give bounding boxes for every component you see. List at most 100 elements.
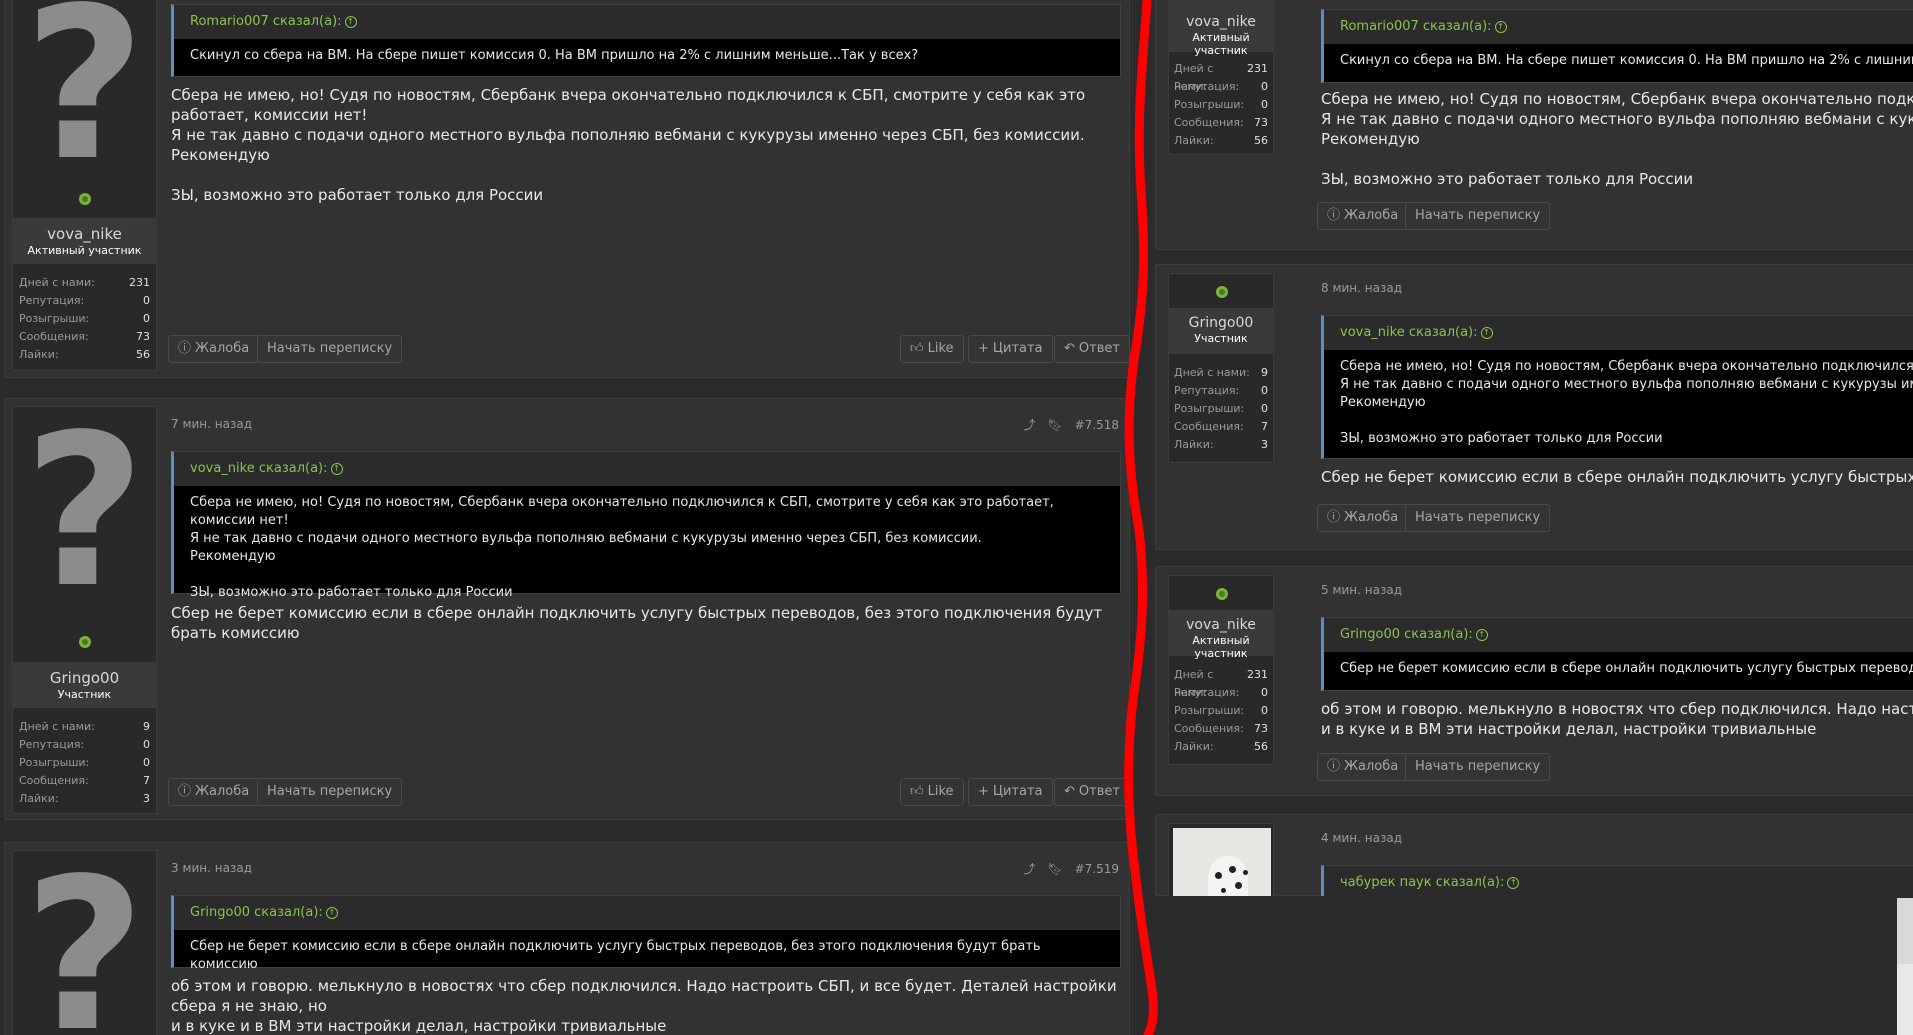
arrow-up-icon[interactable]: ↑ — [1507, 876, 1520, 889]
user-info-box: vova_nike Активный участник — [1169, 610, 1273, 660]
report-button[interactable]: ⓘ Жалоба — [1317, 202, 1409, 230]
user-stats: Дней с нами: 231 Репутация: 0 Розыгрыши: 0 … — [1174, 62, 1268, 147]
quote-author[interactable]: vova_nike сказал(а): ↑ — [174, 452, 1120, 486]
blank-area — [1152, 896, 1913, 1035]
post-right-1: vova_nike Активный участник Дней с нами:… — [1155, 0, 1913, 250]
quote-author[interactable]: vova_nike сказал(а): ↑ — [1324, 316, 1913, 350]
info-circle-icon: ⓘ — [178, 784, 192, 799]
reply-button[interactable]: ↶ Ответ — [1054, 335, 1130, 363]
user-column — [1168, 823, 1274, 903]
info-circle-icon: ⓘ — [178, 341, 192, 356]
start-conversation-button[interactable]: Начать переписку — [257, 335, 403, 363]
report-button[interactable]: ⓘ Жалоба — [168, 335, 260, 363]
report-button[interactable]: ⓘ Жалоба — [168, 778, 260, 806]
report-button[interactable]: ⓘ Жалоба — [1317, 753, 1409, 781]
user-info-box: vova_nike Активный участник — [13, 218, 156, 264]
post-body: Сбера не имею, но! Судя по новостям, Сбе… — [1321, 90, 1913, 188]
post-body: Сбер не берет комиссию если в сбере онла… — [171, 604, 1103, 642]
post-meta: ⤴ 🔖︎ #7.518 — [1023, 416, 1119, 433]
quote-author[interactable]: Gringo00 сказал(а): ↑ — [1324, 618, 1913, 652]
quote-text: Сбер не берет комиссию если в сбере онла… — [190, 939, 1041, 972]
dalmatian-avatar[interactable] — [1173, 828, 1271, 898]
user-stats: Дней с нами: 231 Репутация: 0 Розыгрыши: 0 … — [1174, 668, 1268, 753]
bookmark-icon[interactable]: 🔖︎ — [1047, 418, 1062, 432]
reply-arrow-icon: ↶ — [1064, 341, 1075, 356]
post-right-2: Gringo00 Участник Дней с нами: 9 Репутаци… — [1155, 264, 1913, 550]
info-circle-icon: ⓘ — [1327, 208, 1341, 223]
quote-author[interactable]: Gringo00 сказал(а): ↑ — [174, 896, 1120, 930]
report-button[interactable]: ⓘ Жалоба — [1317, 504, 1409, 532]
post-body: Сбер не берет комиссию если в сбере онла… — [1321, 468, 1913, 486]
username[interactable]: Gringo00 — [13, 669, 156, 687]
post-number[interactable]: #7.519 — [1075, 862, 1119, 876]
plus-icon: + — [978, 784, 989, 799]
quote-button[interactable]: + Цитата — [968, 778, 1053, 806]
share-icon[interactable]: ⤴ — [1023, 860, 1035, 877]
user-info-box: vova_nike Активный участник — [1169, 0, 1273, 57]
like-button[interactable]: 👍︎ Like — [900, 335, 964, 363]
arrow-up-icon[interactable]: ↑ — [1480, 326, 1493, 339]
info-circle-icon: ⓘ — [1327, 759, 1341, 774]
start-conversation-button[interactable]: Начать переписку — [257, 778, 403, 806]
user-column: Gringo00 Участник Дней с нами: 9 Репутаци… — [1168, 273, 1274, 463]
post-7519: ? 3 мин. назад ⤴ 🔖︎ #7.519 Gringo00 сказ… — [4, 842, 1130, 1035]
question-mark-icon: ? — [23, 0, 146, 207]
arrow-up-icon[interactable]: ↑ — [1475, 628, 1488, 641]
quote-block: Romario007 сказал(а): ↑ Скинул со сбера н… — [1321, 9, 1913, 83]
post-right-3: vova_nike Активный участник Дней с нами:… — [1155, 566, 1913, 796]
post-body: об этом и говорю. мелькнуло в новостях ч… — [171, 977, 1117, 1035]
user-column: ? — [12, 850, 157, 1035]
user-info-box: Gringo00 Участник — [13, 662, 156, 708]
user-column: ? vova_nike Активный участник Дней с нам… — [12, 0, 157, 371]
user-info-box: Gringo00 Участник — [1169, 308, 1273, 354]
quote-author[interactable]: чабурек паук сказал(а): ↑ — [1324, 866, 1913, 900]
online-status-icon — [79, 193, 91, 205]
like-button[interactable]: 👍︎ Like — [900, 778, 964, 806]
post-time[interactable]: 4 мин. назад — [1321, 831, 1402, 845]
thumbs-up-icon: 👍︎ — [910, 341, 924, 356]
start-conversation-button[interactable]: Начать переписку — [1405, 504, 1551, 532]
question-mark-icon: ? — [23, 389, 146, 634]
left-screenshot-pane: ? vova_nike Активный участник Дней с нам… — [0, 0, 1140, 1035]
quote-author[interactable]: Romario007 сказал(а): ↑ — [1324, 10, 1913, 44]
quote-block: Romario007 сказал(а): ↑ Скинул со сбера н… — [171, 4, 1121, 77]
arrow-up-icon[interactable]: ↑ — [330, 462, 343, 475]
user-stats: Дней с нами: 9 Репутация: 0 Розыгрыши: 0 Со… — [1174, 366, 1268, 451]
quote-text: Скинул со сбера на ВМ. На сбере пишет ко… — [1340, 53, 1913, 68]
quote-block: vova_nike сказал(а): ↑ Сбера не имею, но!… — [171, 451, 1121, 600]
quote-author[interactable]: Romario007 сказал(а): ↑ — [174, 5, 1120, 39]
online-status-icon — [1216, 588, 1228, 600]
user-stats: Дней с нами: 9 Репутация: 0 Розыгрыши: 0 Со… — [19, 720, 150, 805]
post-body: об этом и говорю. мелькнуло в новостях ч… — [1321, 700, 1913, 738]
right-screenshot-pane: vova_nike Активный участник Дней с нами:… — [1152, 0, 1913, 1035]
reply-button[interactable]: ↶ Ответ — [1054, 778, 1130, 806]
bookmark-icon[interactable]: 🔖︎ — [1047, 862, 1062, 876]
username[interactable]: vova_nike — [13, 225, 156, 243]
post-meta: ⤴ 🔖︎ #7.519 — [1023, 860, 1119, 877]
post-number[interactable]: #7.518 — [1075, 418, 1119, 432]
post-time[interactable]: 8 мин. назад — [1321, 281, 1402, 295]
start-conversation-button[interactable]: Начать переписку — [1405, 753, 1551, 781]
post-time[interactable]: 7 мин. назад — [171, 417, 252, 431]
online-status-icon — [79, 636, 91, 648]
post-right-4: 4 мин. назад чабурек паук сказал(а): ↑ — [1155, 814, 1913, 905]
start-conversation-button[interactable]: Начать переписку — [1405, 202, 1551, 230]
quote-text: Сбера не имею, но! Судя по новостям, Сбе… — [1340, 359, 1913, 446]
online-status-icon — [1216, 286, 1228, 298]
share-icon[interactable]: ⤴ — [1023, 416, 1035, 433]
quote-block: Gringo00 сказал(а): ↑ Сбер не берет комис… — [171, 895, 1121, 972]
arrow-up-icon[interactable]: ↑ — [325, 906, 338, 919]
quote-block: Gringo00 сказал(а): ↑ Сбер не берет комис… — [1321, 617, 1913, 691]
scrollbar-thumb[interactable] — [1897, 898, 1913, 964]
user-title: Участник — [57, 688, 112, 701]
quote-button[interactable]: + Цитата — [968, 335, 1053, 363]
user-stats: Дней с нами: 231 Репутация: 0 Розыгрыши: 0 … — [19, 276, 150, 361]
user-column: ? Gringo00 Участник Дней с нами: 9 Репута… — [12, 406, 157, 814]
arrow-up-icon[interactable]: ↑ — [1494, 20, 1507, 33]
reply-arrow-icon: ↶ — [1064, 784, 1075, 799]
post-time[interactable]: 3 мин. назад — [171, 861, 252, 875]
arrow-up-icon[interactable]: ↑ — [344, 15, 357, 28]
user-column: vova_nike Активный участник Дней с нами:… — [1168, 575, 1274, 765]
post-body: Сбера не имею, но! Судя по новостям, Сбе… — [171, 86, 1086, 204]
post-time[interactable]: 5 мин. назад — [1321, 583, 1402, 597]
